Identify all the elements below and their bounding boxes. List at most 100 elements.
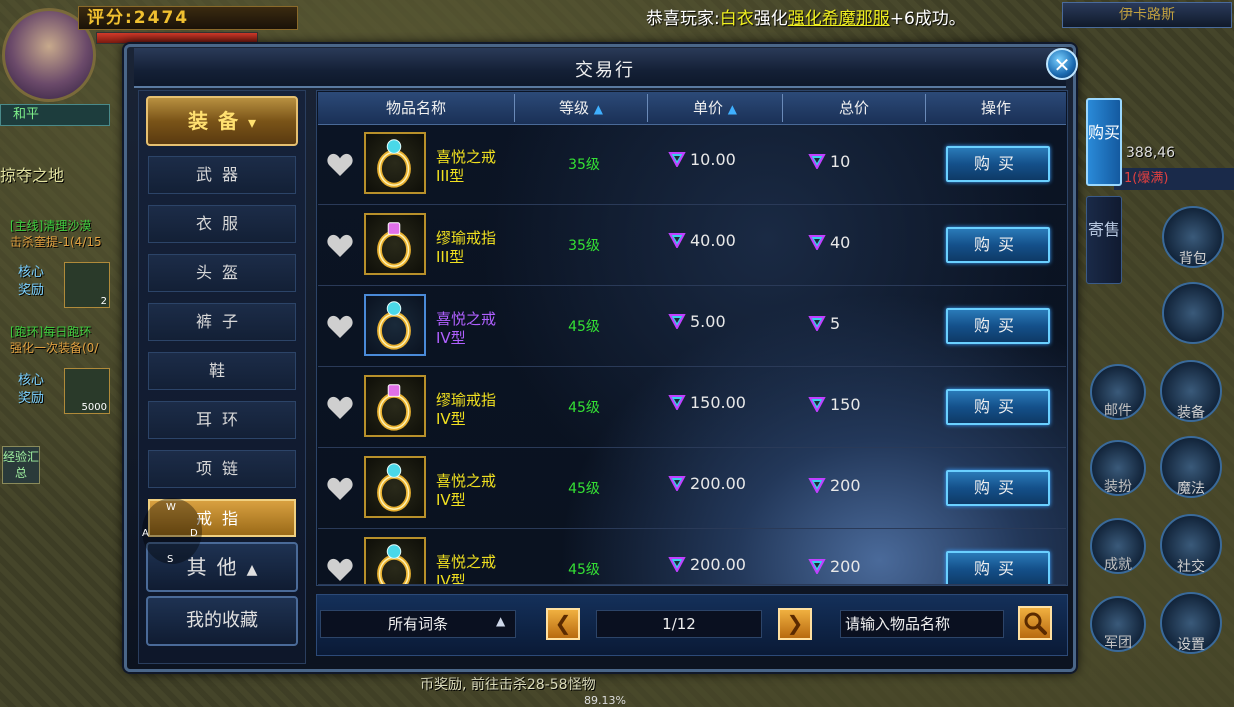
zone-name: 掠夺之地 <box>0 166 65 185</box>
item-icon[interactable] <box>364 537 426 584</box>
next-page-button[interactable]: ❯ <box>778 608 812 640</box>
guild-button[interactable]: 军团 <box>1090 596 1146 652</box>
exp-percent: 89.13% <box>584 694 626 707</box>
table-row: 喜悦之戒 IV型 45级 5.00 5 购买 <box>318 286 1066 367</box>
category-other-label: 其他 <box>186 555 247 579</box>
table-row: 喜悦之戒 IV型 45级 200.00 200 购买 <box>318 448 1066 529</box>
total-price: 40 <box>808 233 850 252</box>
score-label: 评分:2474 <box>78 6 298 30</box>
column-total-price: 总价 <box>838 99 869 117</box>
category-weapon[interactable]: 武器 <box>148 156 296 194</box>
achievement-button[interactable]: 成就 <box>1090 518 1146 574</box>
favorite-heart-icon[interactable] <box>326 233 354 263</box>
chevron-down-icon: ▾ <box>247 113 257 132</box>
column-item-name: 物品名称 <box>385 99 446 117</box>
favorite-heart-icon[interactable] <box>326 395 354 425</box>
player-coordinates: 388,46 <box>1126 145 1175 161</box>
favorite-heart-icon[interactable] <box>326 152 354 182</box>
equipment-button[interactable]: 装备 <box>1160 360 1222 422</box>
bottom-quest-tracker: 币奖励, 前往击杀28-58怪物 <box>420 677 596 693</box>
tab-consign[interactable]: 寄售 <box>1086 196 1122 284</box>
system-announcement: 恭喜玩家:白衣强化强化希魔那服+6成功。 <box>646 9 966 29</box>
reward-count-2: 5000 <box>81 402 107 413</box>
buy-button[interactable]: 购买 <box>946 146 1050 182</box>
quest-main[interactable]: [主线]清理沙漠 击杀奎提-1(4/15 <box>10 218 102 250</box>
pk-mode-button[interactable]: 和平 <box>0 104 110 126</box>
buy-button[interactable]: 购买 <box>946 227 1050 263</box>
item-level: 35级 <box>568 157 600 173</box>
unit-price: 150.00 <box>668 393 746 412</box>
column-action: 操作 <box>980 99 1011 117</box>
buy-button[interactable]: 购买 <box>946 470 1050 506</box>
reward-item-icon[interactable]: 2 <box>64 262 110 308</box>
diamond-currency-icon <box>808 315 826 333</box>
table-row: 缪瑜戒指 III型 35级 40.00 40 购买 <box>318 205 1066 286</box>
reward-gold-icon[interactable]: 5000 <box>64 368 110 414</box>
bag-button[interactable]: 背包 <box>1162 206 1224 268</box>
item-search-input[interactable] <box>840 610 1004 638</box>
exp-summary-button[interactable]: 经验汇总 <box>2 446 40 484</box>
item-name: 缪瑜戒指 III型 <box>436 229 497 266</box>
category-shoes[interactable]: 鞋 <box>148 352 296 390</box>
server-line-selector[interactable]: 1(爆满) <box>1114 168 1234 190</box>
diamond-currency-icon <box>808 558 826 576</box>
reward-label-2: 核心奖励 <box>18 373 45 406</box>
diamond-currency-icon <box>808 477 826 495</box>
total-price: 150 <box>808 395 861 414</box>
category-earring[interactable]: 耳环 <box>148 401 296 439</box>
item-icon[interactable] <box>364 375 426 437</box>
search-button[interactable] <box>1018 606 1052 640</box>
total-price: 200 <box>808 476 861 495</box>
item-icon[interactable] <box>364 213 426 275</box>
chevron-up-icon: ▲ <box>246 562 258 578</box>
quest-main-title: [主线]清理沙漠 <box>10 219 92 233</box>
buy-button[interactable]: 购买 <box>946 551 1050 584</box>
quest-loop[interactable]: [跑环]每日跑环 强化一次装备(0/ <box>10 324 98 356</box>
tab-buy[interactable]: 购买 <box>1086 98 1122 186</box>
item-icon[interactable] <box>364 132 426 194</box>
category-helmet[interactable]: 头盔 <box>148 254 296 292</box>
category-necklace[interactable]: 项链 <box>148 450 296 488</box>
favorite-heart-icon[interactable] <box>326 476 354 506</box>
reward-label: 核心奖励 <box>18 265 45 298</box>
item-name: 喜悦之戒 IV型 <box>436 472 497 509</box>
diamond-currency-icon <box>668 313 686 331</box>
affix-filter-dropdown[interactable]: 所有词条 <box>320 610 516 638</box>
column-unit-price[interactable]: 单价 ▲ <box>648 92 782 124</box>
wasd-joystick[interactable]: W A D S <box>142 498 202 565</box>
favorite-heart-icon[interactable] <box>326 314 354 344</box>
buy-button[interactable]: 购买 <box>946 389 1050 425</box>
diamond-currency-icon <box>808 396 826 414</box>
column-level[interactable]: 等级 ▲ <box>515 92 647 124</box>
favorite-heart-icon[interactable] <box>326 557 354 584</box>
outfit-button[interactable]: 装扮 <box>1090 440 1146 496</box>
category-clothes[interactable]: 衣服 <box>148 205 296 243</box>
item-name: 喜悦之戒 IV型 <box>436 553 497 585</box>
minimap-title[interactable]: 伊卡路斯 <box>1062 2 1232 28</box>
quest-main-sub: 击杀奎提-1(4/15 <box>10 235 102 249</box>
buy-button[interactable]: 购买 <box>946 308 1050 344</box>
item-icon[interactable] <box>364 294 426 356</box>
item-level: 45级 <box>568 481 600 497</box>
mail-button[interactable]: 邮件 <box>1090 364 1146 420</box>
item-name: 喜悦之戒 III型 <box>436 148 497 185</box>
close-button[interactable]: ✕ <box>1046 48 1078 80</box>
joystick-d: D <box>190 528 198 539</box>
unit-price: 5.00 <box>668 312 726 331</box>
total-price: 10 <box>808 152 850 171</box>
item-level: 45级 <box>568 562 600 578</box>
table-row: 喜悦之戒 IV型 45级 200.00 200 购买 <box>318 529 1066 585</box>
skill-wheel-icon[interactable] <box>1162 282 1224 344</box>
joystick-s: S <box>167 554 174 565</box>
category-pants[interactable]: 裤子 <box>148 303 296 341</box>
total-price: 200 <box>808 557 861 576</box>
my-favorites-button[interactable]: 我的收藏 <box>146 596 298 646</box>
item-icon[interactable] <box>364 456 426 518</box>
social-button[interactable]: 社交 <box>1160 514 1222 576</box>
magic-button[interactable]: 魔法 <box>1160 436 1222 498</box>
item-level: 35级 <box>568 238 600 254</box>
category-equipment-header[interactable]: 装备▾ <box>146 96 298 146</box>
prev-page-button[interactable]: ❮ <box>546 608 580 640</box>
settings-button[interactable]: 设置 <box>1160 592 1222 654</box>
quest-loop-title: [跑环]每日跑环 <box>10 325 92 339</box>
